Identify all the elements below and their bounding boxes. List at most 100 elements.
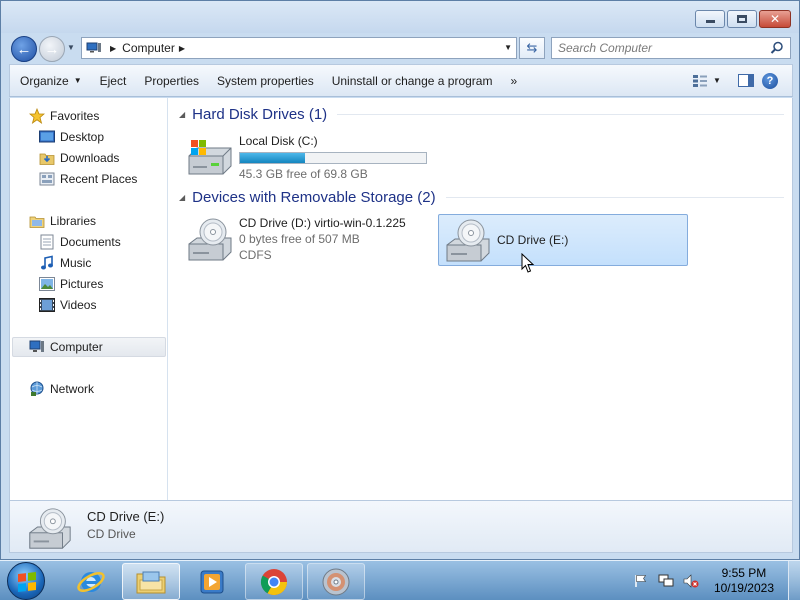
close-button[interactable]: ✕ (759, 10, 791, 28)
change-view-button[interactable]: ▼ (690, 70, 724, 92)
pictures-icon (39, 276, 55, 292)
taskbar-internet-explorer[interactable] (62, 563, 120, 600)
properties-button[interactable]: Properties (135, 65, 208, 96)
nav-computer[interactable]: Computer (12, 337, 166, 357)
chevron-down-icon[interactable]: ▼ (713, 76, 721, 85)
system-properties-label: System properties (217, 73, 314, 88)
taskbar-media-player[interactable] (183, 563, 241, 600)
nav-pictures[interactable]: Pictures (39, 274, 103, 294)
forward-button[interactable]: → (39, 36, 65, 62)
nav-recent-places-label: Recent Places (60, 172, 138, 186)
view-tiles-icon (693, 74, 708, 87)
breadcrumb-arrow-icon[interactable]: ▶ (179, 44, 185, 53)
collapse-triangle-icon[interactable]: ◢ (179, 193, 185, 202)
nav-music-label: Music (60, 256, 92, 270)
properties-label: Properties (144, 73, 200, 88)
help-icon[interactable]: ? (762, 72, 778, 89)
group-divider (337, 114, 784, 115)
address-bar[interactable]: ▶ Computer ▶ ▼ (81, 37, 517, 59)
taskbar-chrome[interactable] (245, 563, 303, 600)
clock-time: 9:55 PM (721, 566, 767, 580)
nav-favorites-label: Favorites (50, 109, 100, 123)
computer-icon (29, 339, 45, 355)
title-bar[interactable]: ✕ (1, 1, 799, 33)
uninstall-label: Uninstall or change a program (331, 73, 493, 88)
organize-button[interactable]: Organize ▼ (10, 65, 91, 96)
taskbar-windows-explorer[interactable] (122, 563, 180, 600)
drive-d-free: 0 bytes free of 507 MB (239, 232, 360, 246)
nav-desktop[interactable]: Desktop (39, 127, 104, 147)
documents-icon (39, 234, 55, 250)
more-commands-button[interactable]: » (501, 65, 526, 96)
file-list: ◢ Hard Disk Drives (1) Local Disk (C:) 4… (169, 98, 794, 500)
system-tray: 9:55 PM 10/19/2023 (633, 561, 800, 600)
group-hard-disk-label: Hard Disk Drives (1) (192, 106, 328, 123)
action-center-flag-icon[interactable] (633, 573, 649, 589)
libraries-icon (29, 213, 45, 229)
drive-c-usage-bar (239, 152, 427, 164)
network-tray-icon[interactable] (658, 573, 674, 589)
clock[interactable]: 9:55 PM 10/19/2023 (714, 566, 774, 596)
mouse-cursor-icon (521, 253, 535, 273)
maximize-button[interactable] (727, 10, 757, 28)
details-type: CD Drive (87, 527, 136, 541)
taskbar-dvd-maker[interactable] (307, 563, 365, 600)
system-properties-button[interactable]: System properties (208, 65, 323, 96)
drive-e-info: CD Drive (E:) (497, 215, 568, 248)
star-icon (29, 108, 45, 124)
search-box[interactable] (551, 37, 791, 59)
breadcrumb-computer[interactable]: Computer (122, 41, 175, 55)
nav-pictures-label: Pictures (60, 277, 104, 291)
volume-muted-icon[interactable] (683, 573, 699, 589)
search-icon[interactable] (770, 41, 784, 55)
downloads-folder-icon (39, 150, 55, 166)
back-button[interactable]: ← (11, 36, 37, 62)
cd-drive-icon (29, 508, 71, 549)
breadcrumb-arrow-icon[interactable]: ▶ (110, 44, 116, 53)
recent-pages-dropdown[interactable]: ▼ (67, 43, 77, 53)
chrome-icon (260, 568, 288, 595)
uninstall-program-button[interactable]: Uninstall or change a program (323, 65, 502, 96)
eject-button[interactable]: Eject (91, 65, 136, 96)
nav-documents[interactable]: Documents (39, 232, 121, 252)
windows-logo-icon (18, 572, 36, 592)
drive-tile-c[interactable]: Local Disk (C:) 45.3 GB free of 69.8 GB (185, 130, 445, 184)
group-divider (445, 197, 784, 198)
local-disk-icon (188, 140, 232, 175)
start-button[interactable] (7, 562, 45, 600)
cd-drive-icon (446, 219, 490, 262)
chevron-down-icon: ▼ (73, 76, 82, 85)
nav-libraries[interactable]: Libraries (29, 211, 96, 231)
drive-c-name: Local Disk (C:) (239, 134, 318, 148)
show-desktop-button[interactable] (788, 561, 800, 600)
explorer-window: ✕ ← → ▼ ▶ Computer ▶ ▼ ⇆ Organi (0, 0, 800, 560)
preview-pane-icon[interactable] (738, 74, 754, 87)
nav-videos[interactable]: Videos (39, 295, 96, 315)
nav-music[interactable]: Music (39, 253, 91, 273)
group-hard-disk-drives[interactable]: ◢ Hard Disk Drives (1) (179, 106, 784, 123)
minimize-button[interactable] (695, 10, 725, 28)
caption-buttons: ✕ (695, 10, 791, 28)
nav-recent-places[interactable]: Recent Places (39, 169, 137, 189)
more-label: » (510, 73, 518, 88)
drive-c-info: Local Disk (C:) 45.3 GB free of 69.8 GB (239, 130, 427, 182)
command-bar: Organize ▼ Eject Properties System proper… (9, 64, 793, 97)
details-name: CD Drive (E:) (87, 509, 165, 524)
maximize-icon (737, 15, 747, 23)
address-dropdown-icon[interactable]: ▼ (504, 43, 512, 52)
nav-favorites[interactable]: Favorites (29, 106, 99, 126)
collapse-triangle-icon[interactable]: ◢ (179, 110, 185, 119)
nav-network[interactable]: Network (29, 379, 94, 399)
search-input[interactable] (558, 41, 758, 55)
nav-downloads-label: Downloads (60, 151, 120, 165)
address-row: ← → ▼ ▶ Computer ▶ ▼ ⇆ (1, 33, 799, 63)
drive-d-filesystem: CDFS (239, 248, 272, 262)
drive-d-name: CD Drive (D:) virtio-win-0.1.225 (239, 216, 406, 230)
drive-tile-e[interactable]: CD Drive (E:) (438, 214, 688, 266)
nav-downloads[interactable]: Downloads (39, 148, 119, 168)
group-removable-storage[interactable]: ◢ Devices with Removable Storage (2) (179, 189, 784, 206)
close-icon: ✕ (769, 12, 781, 26)
refresh-button[interactable]: ⇆ (519, 37, 545, 59)
nav-documents-label: Documents (60, 235, 121, 249)
drive-tile-d[interactable]: CD Drive (D:) virtio-win-0.1.225 0 bytes… (185, 214, 435, 268)
